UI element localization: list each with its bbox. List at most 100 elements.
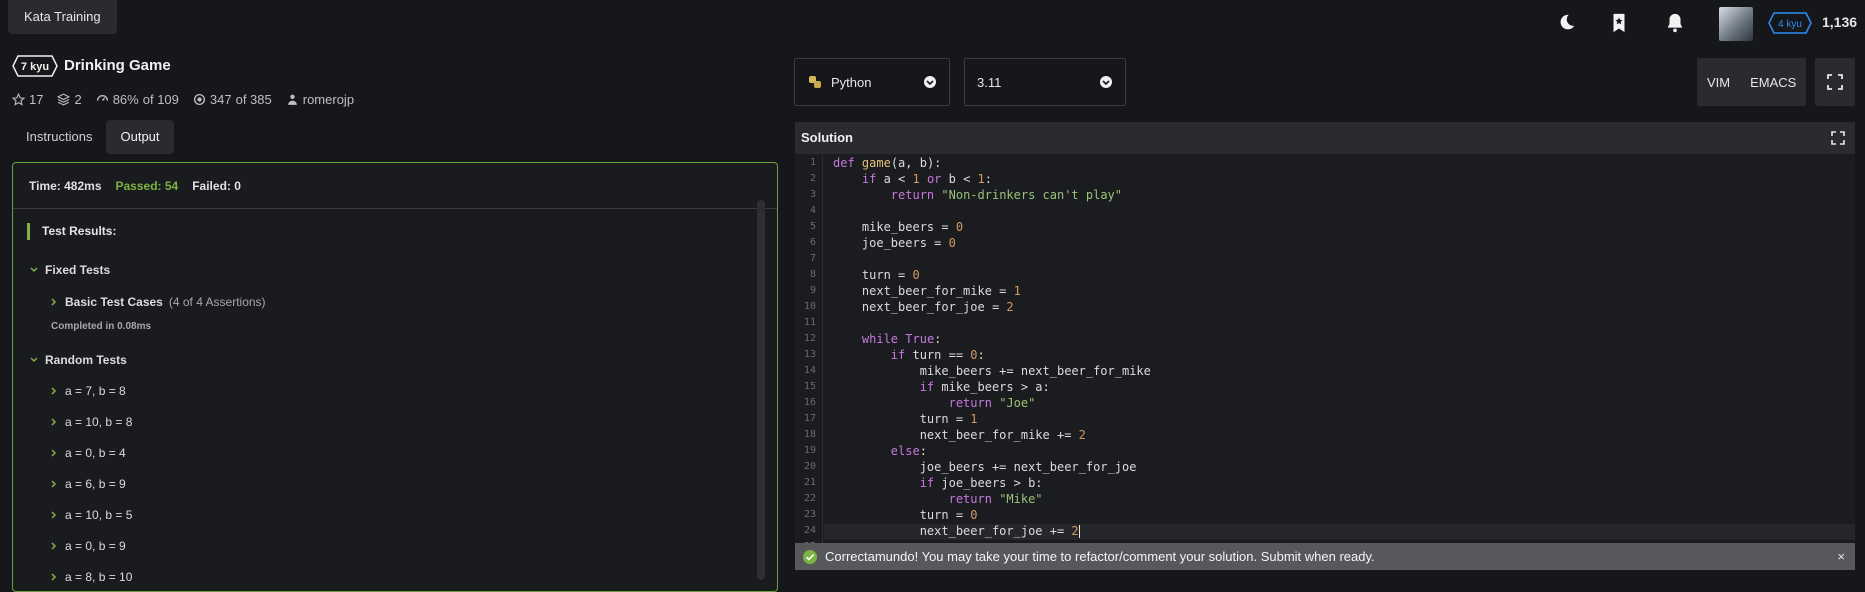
output-summary: Time: 482ms Passed: 54 Failed: 0 [13, 163, 777, 209]
completions-count: 347 [209, 92, 232, 107]
collections-stat[interactable]: 2 [57, 92, 82, 107]
bookmark-icon[interactable] [1608, 12, 1630, 34]
line-number: 24 [803, 525, 816, 536]
satisfaction-icon [96, 95, 108, 102]
fixed-tests-label: Fixed Tests [45, 263, 111, 277]
left-tabs: Instructions Output [12, 120, 174, 154]
version-value: 3.11 [977, 74, 1002, 90]
random-test-case[interactable]: a = 6, b = 9 [49, 477, 126, 491]
line-number: 23 [803, 509, 816, 520]
code-editor[interactable]: 1 2 3 4 5 6 7 8 9 10 11 12 13 14 15 16 1… [795, 154, 1855, 544]
line-number: 22 [803, 493, 816, 504]
banner-message: Correctamundo! You may take your time to… [825, 549, 1375, 564]
honor-count: 1,136 [1822, 14, 1858, 30]
line-number: 10 [803, 301, 816, 312]
random-test-label: a = 0, b = 9 [65, 539, 126, 553]
language-select[interactable]: Python [794, 58, 950, 106]
satisfaction-of: of 109 [142, 92, 179, 107]
success-banner: Correctamundo! You may take your time to… [795, 543, 1855, 570]
random-tests-group[interactable]: Random Tests [29, 353, 127, 367]
completions-stat: 347 of 385 [193, 92, 272, 107]
user-icon [287, 94, 297, 105]
author-name: romerojp [302, 92, 355, 107]
line-number: 1 [809, 157, 816, 168]
fullscreen-button[interactable] [1815, 58, 1855, 106]
kata-stats: 17 2 86% of 109 347 of 385 romerojp [12, 92, 354, 107]
line-number: 8 [809, 269, 816, 280]
tab-instructions[interactable]: Instructions [12, 120, 106, 154]
random-tests-label: Random Tests [45, 353, 127, 367]
output-panel: Time: 482ms Passed: 54 Failed: 0 Test Re… [12, 162, 778, 592]
chevron-right-icon [51, 387, 57, 395]
bell-icon[interactable] [1664, 12, 1686, 34]
line-number: 12 [803, 333, 816, 344]
output-scrollbar[interactable] [757, 200, 765, 580]
user-avatar[interactable] [1719, 7, 1753, 41]
random-test-label: a = 10, b = 8 [65, 415, 133, 429]
chevron-right-icon [51, 573, 57, 581]
chevron-down-icon [30, 267, 38, 273]
layers-icon [57, 93, 71, 106]
kata-title[interactable]: Drinking Game [64, 57, 171, 74]
chevron-right-icon [51, 449, 57, 457]
kata-training-badge[interactable]: Kata Training [8, 0, 117, 34]
expand-icon [1827, 74, 1843, 90]
chevron-right-icon [51, 298, 57, 306]
solution-title: Solution [801, 130, 853, 145]
kyu-badge: 7 kyu [12, 55, 58, 77]
stars-count: 17 [29, 92, 44, 107]
random-test-case[interactable]: a = 0, b = 4 [49, 446, 126, 460]
keybinding-modes: VIM EMACS [1697, 58, 1807, 106]
failed-label: Failed: 0 [192, 178, 241, 193]
chevron-down-icon [924, 76, 936, 88]
random-test-case[interactable]: a = 10, b = 5 [49, 508, 132, 522]
stars-stat[interactable]: 17 [12, 92, 43, 107]
star-icon [12, 93, 25, 106]
completions-of: of 385 [235, 92, 272, 107]
basic-test-cases[interactable]: Basic Test Cases (4 of 4 Assertions) [49, 295, 266, 309]
line-number: 13 [803, 349, 816, 360]
chevron-down-icon [1100, 76, 1112, 88]
author-stat[interactable]: romerojp [286, 92, 354, 107]
line-number: 2 [809, 173, 816, 184]
vim-mode-button[interactable]: VIM [1697, 75, 1740, 90]
basic-test-cases-label: Basic Test Cases [65, 295, 163, 309]
line-number: 14 [803, 365, 816, 376]
random-test-case[interactable]: a = 10, b = 8 [49, 415, 132, 429]
expand-icon[interactable] [1831, 131, 1845, 145]
random-test-case[interactable]: a = 0, b = 9 [49, 539, 126, 553]
line-gutter: 1 2 3 4 5 6 7 8 9 10 11 12 13 14 15 16 1… [795, 154, 823, 544]
line-number: 19 [803, 445, 816, 456]
line-number: 15 [803, 381, 816, 392]
random-test-label: a = 10, b = 5 [65, 508, 133, 522]
random-test-case[interactable]: a = 7, b = 8 [49, 384, 126, 398]
collections-count: 2 [74, 92, 82, 107]
chevron-right-icon [51, 480, 57, 488]
kyu-label: 7 kyu [21, 61, 49, 73]
random-test-label: a = 6, b = 9 [65, 477, 126, 491]
tab-output[interactable]: Output [106, 120, 174, 154]
chevron-right-icon [51, 511, 57, 519]
solution-header: Solution [795, 122, 1855, 154]
moon-icon[interactable] [1555, 12, 1577, 34]
code-content: def game(a, b): if a < 1 or b < 1: retur… [833, 156, 1151, 538]
time-label: Time: 482ms [29, 178, 102, 193]
close-icon[interactable]: × [1837, 549, 1845, 564]
version-select[interactable]: 3.11 [964, 58, 1126, 106]
language-value: Python [831, 74, 872, 90]
line-number: 18 [803, 429, 816, 440]
target-icon [193, 93, 205, 106]
text-cursor [1078, 525, 1080, 538]
satisfaction-stat: 86% of 109 [96, 92, 179, 107]
emacs-mode-button[interactable]: EMACS [1740, 75, 1806, 90]
rank-badge[interactable]: 4 kyu [1768, 12, 1812, 34]
check-circle-icon [803, 549, 817, 564]
line-number: 9 [809, 285, 816, 296]
line-number: 4 [809, 205, 816, 216]
passed-label: Passed: 54 [115, 178, 179, 193]
fixed-tests-group[interactable]: Fixed Tests [29, 263, 110, 277]
chevron-down-icon [30, 357, 38, 363]
chevron-right-icon [51, 542, 57, 550]
line-number: 5 [809, 221, 816, 232]
line-number: 11 [803, 317, 816, 328]
